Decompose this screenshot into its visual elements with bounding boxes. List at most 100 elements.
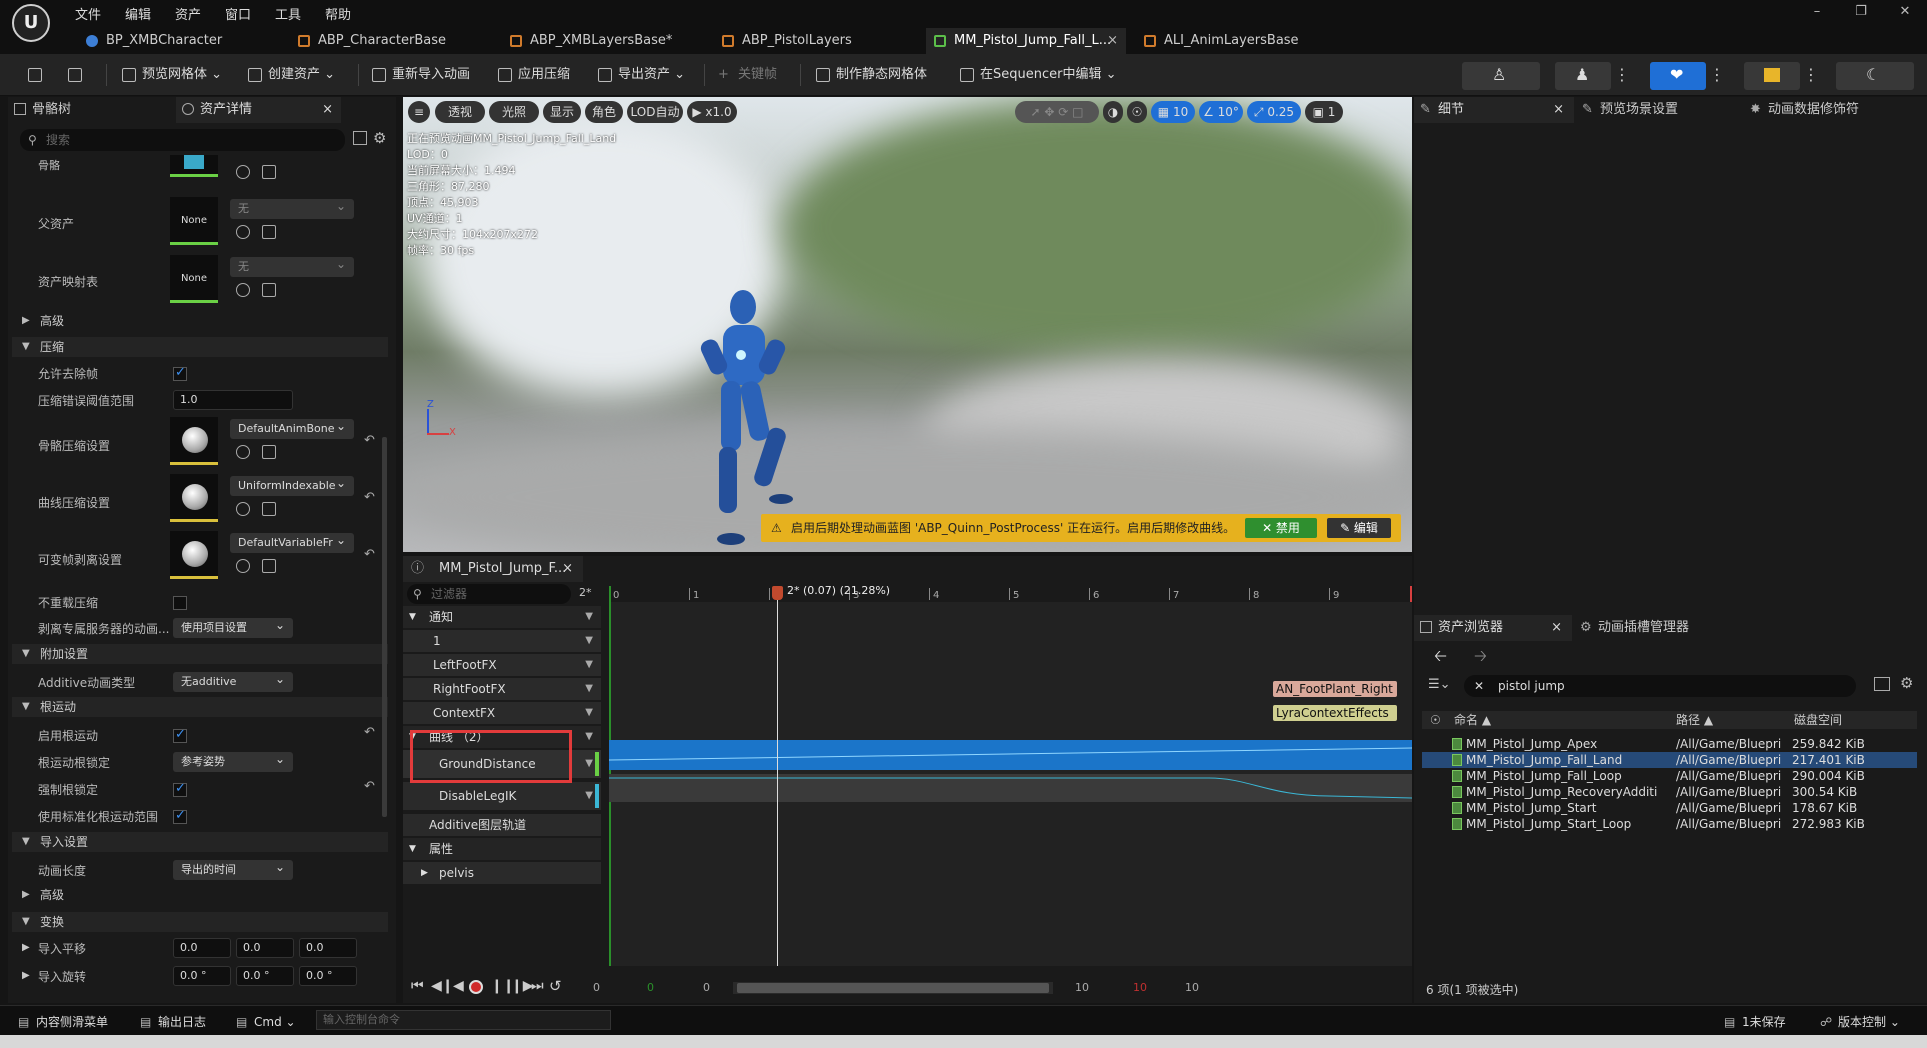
blueprint-mode-options-icon[interactable]: ⋮ <box>1803 62 1819 90</box>
notify-lyra-context-effects[interactable]: LyraContextEffects <box>1273 705 1397 721</box>
asset-row[interactable]: MM_Pistol_Jump_RecoveryAdditi/All/Game/B… <box>1422 784 1917 800</box>
track-additive-layer[interactable]: Additive图层轨道 <box>403 814 601 836</box>
reset-arrow-icon[interactable]: ↶ <box>364 490 375 505</box>
menu-tools[interactable]: 工具 <box>275 4 301 23</box>
reimport-button[interactable]: 重新导入动画 <box>368 62 470 88</box>
settings-gear-icon[interactable]: ⚙ <box>1900 674 1913 692</box>
menu-help[interactable]: 帮助 <box>325 4 351 23</box>
track-notify-1[interactable]: 1 ▼ <box>403 630 601 652</box>
track-disablelegik[interactable]: DisableLegIK ▼ <box>403 782 601 810</box>
range-end-value[interactable]: 10 <box>1185 981 1199 994</box>
skeleton-mode-button[interactable]: ♙ <box>1462 62 1540 90</box>
use-selected-icon[interactable] <box>262 165 276 179</box>
rotation-y-input[interactable]: 0.0 ° <box>236 966 294 986</box>
grid-snap-toggle[interactable]: ▦ 10 <box>1151 101 1195 123</box>
filter-icon[interactable]: ☰⌄ <box>1428 677 1451 692</box>
menu-asset[interactable]: 资产 <box>175 4 201 23</box>
camera-speed-button[interactable]: ▣ 1 <box>1305 101 1343 123</box>
table-view-icon[interactable] <box>353 131 367 145</box>
keyframe-button[interactable]: + 关键帧 <box>714 62 777 88</box>
track-pelvis[interactable]: ▶ pelvis <box>403 862 601 884</box>
asset-row-selected[interactable]: MM_Pistol_Jump_Fall_Land/All/Game/Bluepr… <box>1422 752 1917 768</box>
expand-arrow-icon[interactable]: ▶ <box>22 970 30 981</box>
section-advanced-import[interactable]: ▶ 高级 <box>12 885 388 905</box>
asset-row[interactable]: MM_Pistol_Jump_Start/All/Game/Bluepri 178… <box>1422 800 1917 816</box>
translation-z-input[interactable]: 0.0 <box>299 938 357 958</box>
column-path-header[interactable]: 路径 ▲ <box>1676 711 1713 729</box>
character-button[interactable]: 角色 <box>585 101 623 123</box>
use-selected-icon[interactable] <box>262 283 276 297</box>
tab-preview-scene-settings[interactable]: ✎ 预览场景设置 <box>1576 97 1740 123</box>
skeleton-thumbnail[interactable] <box>170 155 218 177</box>
edit-postprocess-button[interactable]: ✎ 编辑 <box>1327 518 1391 538</box>
section-import-settings[interactable]: ▼ 导入设置 <box>12 832 388 852</box>
tab-bp-xmbcharacter[interactable]: BP_XMBCharacter <box>78 28 288 54</box>
animation-mode-options-icon[interactable]: ⋮ <box>1709 62 1725 90</box>
track-options-icon[interactable]: ▼ <box>585 606 593 628</box>
column-options-icon[interactable]: ☉ <box>1430 711 1441 729</box>
playhead-handle[interactable] <box>772 586 783 600</box>
minimize-icon[interactable]: – <box>1795 0 1839 28</box>
tab-anim-data-modifiers[interactable]: ✸ 动画数据修饰符 <box>1744 97 1924 123</box>
reset-arrow-icon[interactable]: ↶ <box>364 433 375 448</box>
additive-type-dropdown[interactable]: 无additive <box>173 669 293 692</box>
force-root-lock-checkbox[interactable] <box>173 781 187 797</box>
track-options-icon[interactable]: ▼ <box>585 750 593 778</box>
browse-icon[interactable] <box>64 62 86 88</box>
curve-compression-thumbnail[interactable] <box>170 474 218 522</box>
viewport-menu-button[interactable]: ≡ <box>408 101 430 123</box>
compression-error-input[interactable]: 1.0 <box>173 390 293 410</box>
parent-asset-thumbnail[interactable]: None <box>170 197 218 245</box>
curve-compression-dropdown[interactable]: UniformIndexable <box>230 473 354 496</box>
tab-abp-pistollayers[interactable]: ABP_PistolLayers <box>714 28 924 54</box>
animation-mode-button[interactable]: ❤ <box>1650 62 1706 90</box>
jump-to-end-icon[interactable]: ⏭ <box>531 978 544 994</box>
browse-to-icon[interactable] <box>236 502 250 516</box>
expand-arrow-icon[interactable]: ▶ <box>22 942 30 953</box>
forward-arrow-icon[interactable]: 🡢 <box>1474 645 1487 672</box>
mesh-mode-options-icon[interactable]: ⋮ <box>1614 62 1630 90</box>
export-asset-button[interactable]: 导出资产 ⌄ <box>594 62 685 88</box>
parent-asset-dropdown[interactable]: 无 <box>230 196 354 219</box>
section-transform[interactable]: ▼ 变换 <box>12 912 388 932</box>
reset-arrow-icon[interactable]: ↶ <box>364 547 375 562</box>
asset-mapping-thumbnail[interactable]: None <box>170 255 218 303</box>
allow-strip-checkbox[interactable] <box>173 365 187 381</box>
menu-window[interactable]: 窗口 <box>225 4 251 23</box>
blueprint-mode-button[interactable] <box>1744 62 1800 90</box>
reset-arrow-icon[interactable]: ↶ <box>364 725 375 740</box>
rotation-z-input[interactable]: 0.0 ° <box>299 966 357 986</box>
track-rightfootfx[interactable]: RightFootFX ▼ <box>403 678 601 700</box>
asset-row[interactable]: MM_Pistol_Jump_Apex/All/Game/Bluepri 259.… <box>1422 736 1917 752</box>
apply-compression-button[interactable]: 应用压缩 <box>494 62 570 88</box>
help-icon[interactable]: ⓘ <box>411 556 424 582</box>
menu-file[interactable]: 文件 <box>75 4 101 23</box>
rotation-snap-toggle[interactable]: ∠ 10° <box>1199 101 1243 123</box>
track-filter-input[interactable]: ⚲ 过滤器 <box>407 584 571 604</box>
track-options-icon[interactable]: ▼ <box>585 654 593 676</box>
timeline-scroll-track[interactable] <box>733 982 1053 994</box>
browse-to-icon[interactable] <box>236 283 250 297</box>
tab-anim-slot-manager[interactable]: ⚙ 动画插槽管理器 <box>1574 615 1754 641</box>
edit-in-sequencer-button[interactable]: 在Sequencer中编辑 ⌄ <box>956 62 1117 88</box>
physics-mode-button[interactable]: ☾ <box>1836 62 1914 90</box>
tab-close-icon[interactable]: × <box>1553 97 1564 123</box>
animation-viewport[interactable]: Z X ≡ 透视 光照 显示 角色 LOD自动 ▶ x1.0 ➚ ✥ ⟳ □ ◑… <box>403 97 1412 552</box>
section-additive-settings[interactable]: ▼ 附加设置 <box>12 644 388 664</box>
tab-close-icon[interactable]: × <box>322 97 333 123</box>
restore-icon[interactable]: ❐ <box>1839 0 1883 28</box>
range-current-value[interactable]: 0 <box>703 981 710 994</box>
anim-length-dropdown[interactable]: 导出的时间 <box>173 857 293 880</box>
revision-control-button[interactable]: ☍ 版本控制 ⌄ <box>1820 1012 1900 1032</box>
column-name-header[interactable]: 命名 ▲ <box>1454 711 1491 729</box>
cmd-dropdown[interactable]: ▤ Cmd ⌄ <box>236 1012 296 1032</box>
asset-row[interactable]: MM_Pistol_Jump_Start_Loop/All/Game/Bluep… <box>1422 816 1917 832</box>
use-selected-icon[interactable] <box>262 445 276 459</box>
root-lock-dropdown[interactable]: 参考姿势 <box>173 749 293 772</box>
reset-arrow-icon[interactable]: ↶ <box>364 779 375 794</box>
close-window-icon[interactable]: ✕ <box>1883 0 1927 28</box>
output-log-button[interactable]: ▤ 输出日志 <box>140 1012 206 1032</box>
surface-snap-icon[interactable]: ◑ <box>1103 101 1123 123</box>
details-scrollbar[interactable] <box>382 437 387 817</box>
time-ruler[interactable]: 0 1 2 3 4 5 6 7 8 9 <box>609 586 1412 602</box>
